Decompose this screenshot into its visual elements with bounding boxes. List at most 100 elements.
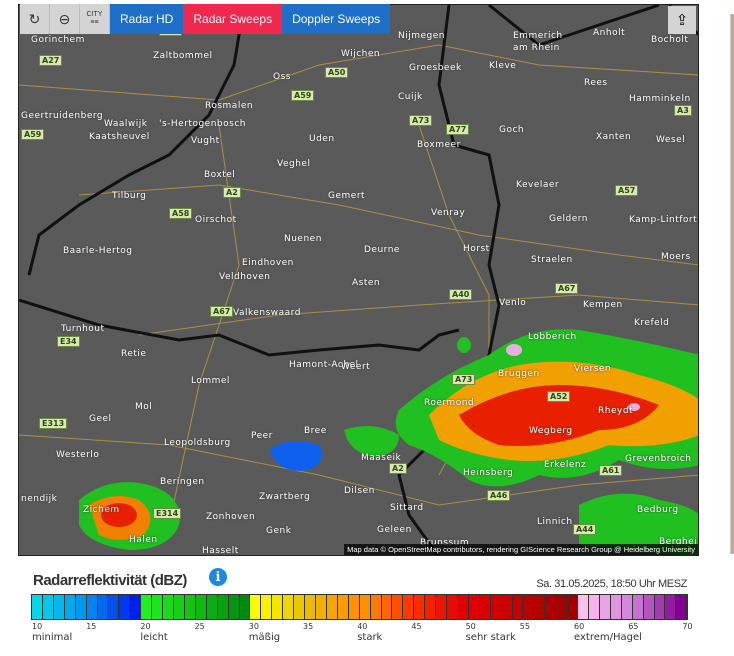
city-label: nendijk [21,494,58,504]
city-label: Oirschot [195,215,237,225]
tab-radar-hd[interactable]: Radar HD [110,4,184,34]
city-label: Vught [191,136,220,146]
scale-tick-label: 60 [574,622,585,631]
city-label: Asten [352,278,381,288]
scale-cell [294,595,306,619]
city-label: Retie [121,349,147,359]
scale-cell [163,595,174,619]
intensity-level-label: mäßig [248,632,281,643]
info-icon[interactable]: i [209,568,227,586]
scale-tick-label: 65 [628,622,639,631]
intensity-level-label: sehr stark [465,632,516,643]
scale-cell [479,595,491,619]
city-label: Halen [129,535,158,545]
city-label: Linnich [537,517,573,527]
scale-cell [556,595,568,619]
share-icon: ⇪ [675,12,689,29]
city-label: Nuenen [284,234,322,244]
city-label: Anholt [593,28,626,38]
city-label: Venlo [499,298,527,308]
road-shield: A73 [452,374,476,385]
road-shield: A3 [674,105,692,116]
city-toggle-button[interactable]: CITY ≡≡ [80,4,110,34]
scale-cell [32,595,43,619]
road-shield: A46 [487,490,511,501]
scale-cell [337,595,349,619]
intensity-level-label: stark [357,632,383,643]
scale-cell [228,595,240,619]
city-label: Emmerich [513,31,563,41]
scale-cell [64,595,76,619]
road-shield: A67 [210,306,234,317]
scale-tick-label: 45 [411,622,422,631]
radar-map[interactable]: Gorinchem Zaltbommel Wijchen Nijmegen Emmeri… [18,4,699,556]
scale-cell [599,595,611,619]
city-label: Kempen [583,300,623,310]
refresh-button[interactable]: ↻ [20,4,50,34]
scale-cell [348,595,360,619]
scale-cell [676,595,688,619]
city-label: Grevenbroich [625,454,692,464]
city-label: Zaltbommel [153,51,213,61]
city-label: Maaseik [361,453,402,463]
city-label: Bedburg [637,505,679,515]
zoom-out-button[interactable]: ⊖ [50,4,80,34]
road-shield: A59 [21,129,45,140]
city-label: Westerlo [56,450,100,460]
scale-tick-label: 50 [465,622,476,631]
city-label: Geel [89,414,112,424]
scale-cell [501,595,513,619]
city-label: Geleen [377,525,412,535]
city-label: Lobberich [528,332,577,342]
scale-cell [523,595,535,619]
intensity-level-label: extrem/Hagel [574,632,642,643]
road-shield: A27 [39,55,63,66]
city-label: Uden [309,134,335,144]
scale-cell [173,595,185,619]
city-label: Rheydt [598,406,634,416]
city-label: Roermond [424,398,475,408]
scale-tick-label: 15 [86,622,97,631]
scale-cell [217,595,229,619]
refresh-icon: ↻ [28,10,41,27]
scale-cell [239,595,251,619]
city-label: Hasselt [202,546,239,556]
city-label: Bree [304,426,327,436]
scale-cell [392,595,404,619]
scale-cell [359,595,371,619]
city-label: Straelen [531,255,573,265]
road-shield: A50 [325,67,349,78]
color-scale-bar [31,594,688,620]
city-label: Gemert [328,191,366,201]
scale-cell [436,595,448,619]
city-label: Rosmalen [205,101,254,111]
city-label: Viersen [574,364,612,374]
scale-tick-label: 70 [682,622,693,631]
share-button[interactable]: ⇪ [668,6,696,34]
road-shield: A61 [599,465,623,476]
scale-cell [589,595,600,619]
scale-cell [152,595,164,619]
zoom-out-icon: ⊖ [58,10,71,27]
city-label: Leopoldsburg [164,438,231,448]
city-label: am Rhein [513,43,560,53]
city-label: Beringen [160,477,205,487]
city-label: Wijchen [341,49,381,59]
tab-radar-sweeps[interactable]: Radar Sweeps [183,4,283,34]
city-label: Hamminkeln [629,94,691,104]
scale-cell [425,595,437,619]
city-label: 's-Hertogenbosch [159,119,246,129]
road-shield: E34 [57,336,80,347]
city-label: Oss [273,72,291,82]
tab-doppler-sweeps[interactable]: Doppler Sweeps [282,4,391,34]
scale-cell [545,595,557,619]
scale-cell [643,595,655,619]
scale-cell [283,595,295,619]
city-label: Sittard [390,503,424,513]
scale-cell [632,595,644,619]
scale-cell [261,595,273,619]
city-label: Boxtel [204,170,236,180]
road-shield: A52 [547,391,571,402]
city-label: Wegberg [529,426,573,436]
map-attribution[interactable]: Map data © OpenStreetMap contributors, r… [344,544,698,555]
